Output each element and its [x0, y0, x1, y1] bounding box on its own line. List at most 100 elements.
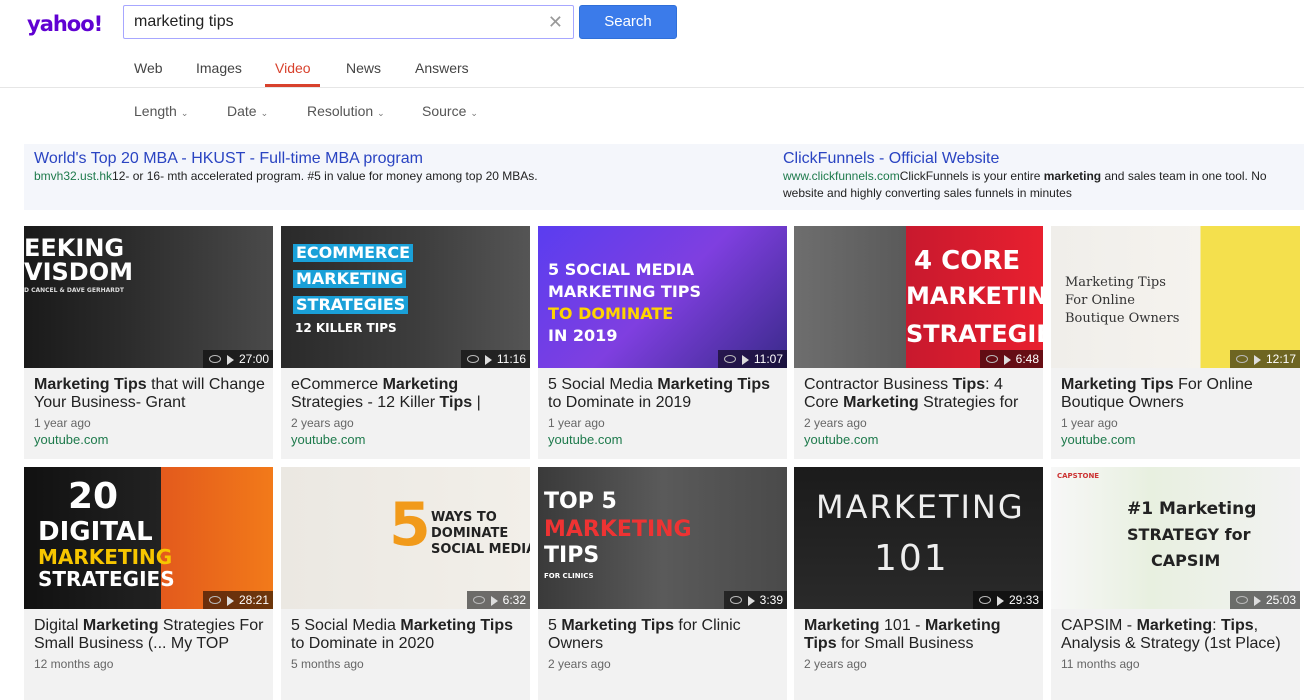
thumbnail-text: VISDOM: [24, 258, 133, 286]
video-title[interactable]: Marketing Tips For Online Boutique Owner…: [1061, 376, 1293, 412]
video-age: 2 years ago: [804, 416, 867, 430]
ad-url[interactable]: bmvh32.ust.hk: [34, 169, 112, 183]
ad-description-line2: website and highly converting sales funn…: [783, 186, 1072, 200]
video-result-card[interactable]: EEKING VISDOM D CANCEL & DAVE GERHARDT 27:0…: [24, 226, 273, 459]
thumbnail-text: IN 2019: [548, 326, 618, 345]
tab-web[interactable]: Web: [134, 60, 163, 76]
video-title[interactable]: CAPSIM - Marketing: Tips, Analysis & Str…: [1061, 617, 1293, 653]
search-input[interactable]: [124, 6, 534, 38]
video-result-card[interactable]: ECOMMERCE MARKETING STRATEGIES 12 KILLER TI…: [281, 226, 530, 459]
video-info: Marketing Tips that will Change Your Bus…: [34, 376, 266, 448]
tab-video[interactable]: Video: [275, 60, 311, 76]
video-thumbnail[interactable]: 4 CORE MARKETING STRATEGIES 6:48: [794, 226, 1043, 368]
video-title[interactable]: 5 Social Media Marketing Tips to Dominat…: [548, 376, 780, 412]
video-thumbnail[interactable]: MARKETING 101 29:33: [794, 467, 1043, 609]
video-result-card[interactable]: 5 WAYS TO DOMINATE SOCIAL MEDIA 6:32 5 Social…: [281, 467, 530, 700]
video-result-card[interactable]: MARKETING 101 29:33 Marketing 101 - Marketi…: [794, 467, 1043, 700]
video-source-site[interactable]: youtube.com: [34, 432, 266, 448]
thumbnail-text: 12 KILLER TIPS: [295, 321, 397, 335]
search-button[interactable]: Search: [579, 5, 677, 39]
thumbnail-text: DIGITAL: [38, 517, 153, 547]
duration-badge: 29:33: [972, 591, 1043, 609]
video-thumbnail[interactable]: 5 SOCIAL MEDIA MARKETING TIPS TO DOMINATE I…: [538, 226, 787, 368]
clear-icon[interactable]: ✕: [548, 12, 563, 33]
video-thumbnail[interactable]: TOP 5 MARKETING TIPS FOR CLINICS 3:39: [538, 467, 787, 609]
video-age: 12 months ago: [34, 657, 114, 671]
video-info: 5 Social Media Marketing Tips to Dominat…: [291, 617, 523, 671]
video-age: 2 years ago: [291, 416, 354, 430]
thumbnail-text: Boutique Owners: [1065, 311, 1180, 326]
video-thumbnail[interactable]: 5 WAYS TO DOMINATE SOCIAL MEDIA 6:32: [281, 467, 530, 609]
play-icon: [996, 595, 1004, 606]
video-title[interactable]: eCommerce Marketing Strategies - 12 Kill…: [291, 376, 523, 412]
tab-answers[interactable]: Answers: [415, 60, 469, 76]
duration-badge: 11:07: [717, 350, 787, 368]
filter-date[interactable]: Date ⌄: [227, 103, 268, 119]
video-result-card[interactable]: 20 DIGITAL MARKETING STRATEGIES 28:21 Digital…: [24, 467, 273, 700]
filter-resolution[interactable]: Resolution ⌄: [307, 103, 385, 119]
video-title[interactable]: 5 Social Media Marketing Tips to Dominat…: [291, 617, 523, 653]
duration-text: 25:03: [1265, 593, 1296, 607]
active-tab-indicator: [265, 84, 320, 87]
video-thumbnail[interactable]: Marketing Tips For Online Boutique Owners 1…: [1051, 226, 1300, 368]
video-title[interactable]: Digital Marketing Strategies For Small B…: [34, 617, 266, 653]
eye-icon: [1235, 595, 1248, 604]
video-age: 5 months ago: [291, 657, 364, 671]
video-source-site[interactable]: youtube.com: [291, 432, 523, 448]
duration-text: 27:00: [238, 352, 269, 366]
video-source-site[interactable]: youtube.com: [804, 432, 1036, 448]
video-thumbnail[interactable]: EEKING VISDOM D CANCEL & DAVE GERHARDT 27:0…: [24, 226, 273, 368]
eye-icon: [985, 354, 998, 363]
ad-title[interactable]: World's Top 20 MBA - HKUST - Full-time M…: [34, 150, 538, 168]
thumbnail-text: MARKETING: [544, 517, 692, 542]
chevron-down-icon: ⌄: [180, 108, 189, 118]
play-icon: [1253, 354, 1261, 365]
ad-description: bmvh32.ust.hk12- or 16- mth accelerated …: [34, 168, 538, 185]
tab-news[interactable]: News: [346, 60, 381, 76]
filter-length[interactable]: Length ⌄: [134, 103, 188, 119]
chevron-down-icon: ⌄: [377, 108, 385, 118]
video-title[interactable]: Marketing 101 - Marketing Tips for Small…: [804, 617, 1036, 653]
video-result-card[interactable]: 4 CORE MARKETING STRATEGIES 6:48 Contractor …: [794, 226, 1043, 459]
thumbnail-text: TOP 5: [544, 489, 617, 514]
video-thumbnail[interactable]: ECOMMERCE MARKETING STRATEGIES 12 KILLER TI…: [281, 226, 530, 368]
video-thumbnail[interactable]: CAPSTONE #1 Marketing STRATEGY for CAPSIM 25…: [1051, 467, 1300, 609]
video-info: 5 Marketing Tips for Clinic Owners 2 year…: [548, 617, 780, 671]
eye-icon: [729, 595, 742, 604]
thumbnail-text: MARKETING: [38, 545, 173, 569]
video-result-card[interactable]: 5 SOCIAL MEDIA MARKETING TIPS TO DOMINATE I…: [538, 226, 787, 459]
duration-badge: 11:16: [460, 350, 530, 368]
play-icon: [741, 354, 749, 365]
thumbnail-text: CAPSTONE: [1057, 472, 1100, 480]
video-info: Digital Marketing Strategies For Small B…: [34, 617, 266, 671]
video-info: Contractor Business Tips: 4 Core Marketi…: [804, 376, 1036, 448]
thumbnail-text: 20: [68, 476, 119, 517]
tab-images[interactable]: Images: [196, 60, 242, 76]
video-info: 5 Social Media Marketing Tips to Dominat…: [548, 376, 780, 448]
video-title[interactable]: 5 Marketing Tips for Clinic Owners: [548, 617, 780, 653]
video-result-card[interactable]: CAPSTONE #1 Marketing STRATEGY for CAPSIM 25…: [1051, 467, 1300, 700]
ad-url[interactable]: www.clickfunnels.com: [783, 169, 900, 183]
thumbnail-text: STRATEGIES: [38, 567, 175, 591]
duration-text: 28:21: [238, 593, 269, 607]
search-box[interactable]: ✕: [123, 5, 574, 39]
thumbnail-text: STRATEGY for: [1127, 525, 1251, 544]
thumbnail-text: TO DOMINATE: [548, 304, 674, 323]
video-source-site[interactable]: youtube.com: [1061, 432, 1293, 448]
duration-text: 6:48: [1015, 352, 1039, 366]
video-result-card[interactable]: TOP 5 MARKETING TIPS FOR CLINICS 3:39 5 Marke…: [538, 467, 787, 700]
ad-title[interactable]: ClickFunnels - Official Website: [783, 150, 1267, 168]
video-source-site[interactable]: youtube.com: [548, 432, 780, 448]
video-result-card[interactable]: Marketing Tips For Online Boutique Owners 1…: [1051, 226, 1300, 459]
video-age: 1 year ago: [34, 416, 91, 430]
thumbnail-text: TIPS: [544, 543, 600, 568]
duration-badge: 28:21: [202, 591, 273, 609]
filter-length-label: Length: [134, 103, 177, 119]
video-thumbnail[interactable]: 20 DIGITAL MARKETING STRATEGIES 28:21: [24, 467, 273, 609]
thumbnail-text: WAYS TO: [431, 510, 497, 525]
video-title[interactable]: Marketing Tips that will Change Your Bus…: [34, 376, 266, 412]
filter-source[interactable]: Source ⌄: [422, 103, 478, 119]
eye-icon: [1235, 354, 1248, 363]
yahoo-logo[interactable]: yahoo!: [27, 12, 103, 36]
video-title[interactable]: Contractor Business Tips: 4 Core Marketi…: [804, 376, 1036, 412]
